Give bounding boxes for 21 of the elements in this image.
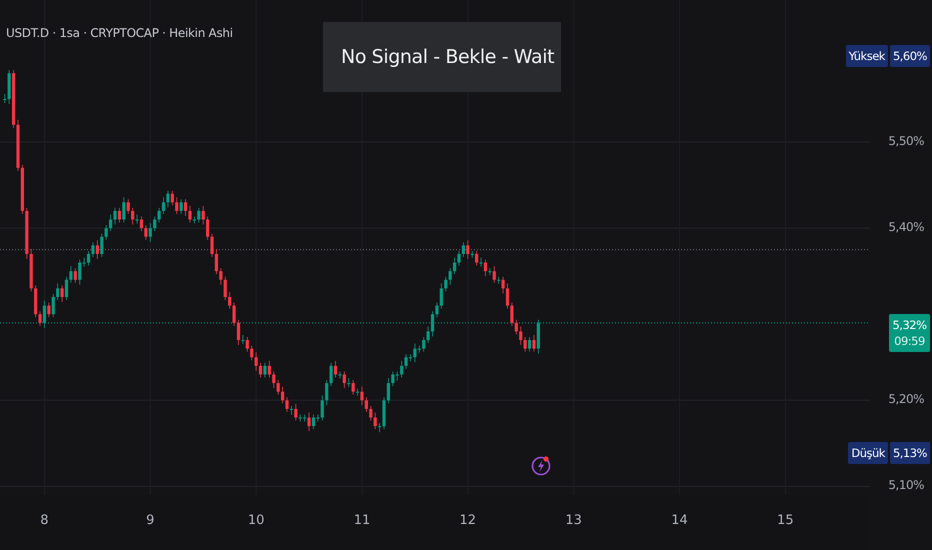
date-tick-label: 15 <box>776 513 795 528</box>
date-tick-label: 8 <box>39 513 50 528</box>
date-tick-label: 9 <box>145 513 156 528</box>
current-price: 5,32% <box>892 316 927 333</box>
date-tick-label: 11 <box>352 513 372 528</box>
symbol-title: USDT.D · 1sa · CRYPTOCAP · Heikin Ashi <box>6 26 233 40</box>
lightning-icon[interactable] <box>532 456 550 476</box>
price-tick-label: 5,20% <box>888 392 924 406</box>
date-tick-label: 14 <box>670 513 689 528</box>
bar-countdown: 09:59 <box>894 332 925 349</box>
price-tick-label: 5,50% <box>888 134 924 148</box>
price-tick-label: 5,10% <box>888 478 924 492</box>
high-price-label: 5,60% <box>890 44 930 67</box>
high-label: Yüksek <box>846 44 888 67</box>
low-price-label: 5,13% <box>890 442 930 464</box>
price-tick-label: 5,40% <box>888 220 924 234</box>
date-tick-label: 13 <box>564 513 583 528</box>
date-tick-label: 10 <box>246 513 266 528</box>
signal-text: No Signal - Bekle - Wait <box>341 46 554 68</box>
low-label: Düşük <box>848 442 888 464</box>
date-tick-label: 12 <box>458 513 478 528</box>
